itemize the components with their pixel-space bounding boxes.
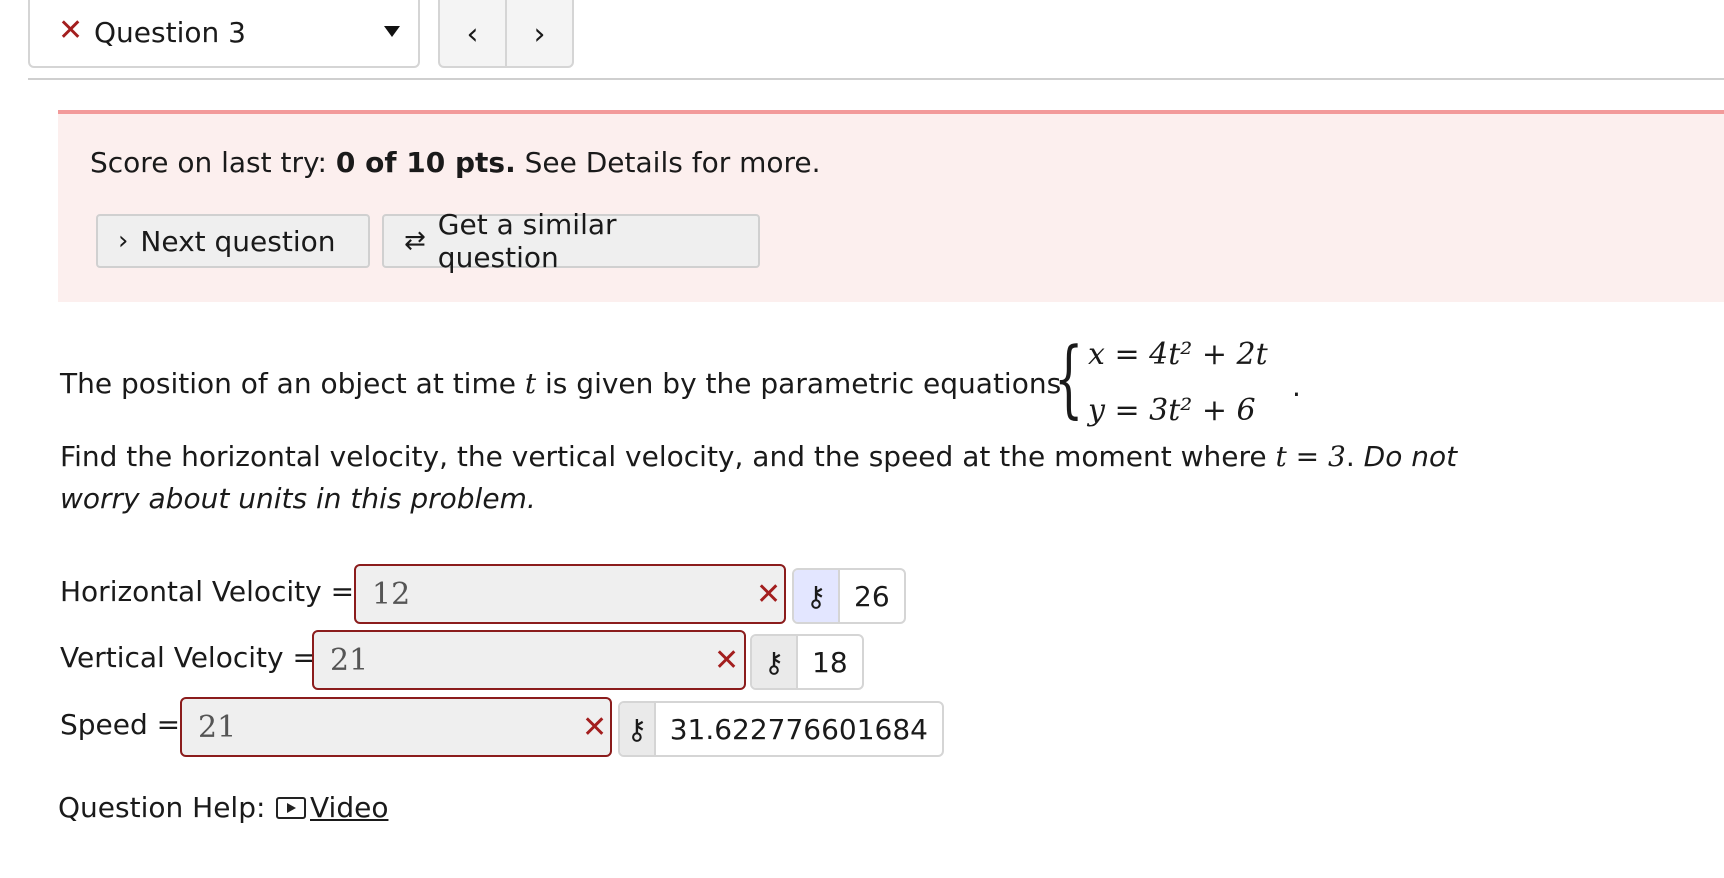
score-banner (58, 110, 1724, 302)
correct-answer-value: 31.622776601684 (669, 712, 928, 746)
equation-period: . (1292, 370, 1301, 403)
caret-down-icon (384, 26, 400, 37)
key-icon[interactable]: ⚷ (794, 570, 840, 622)
question-help-label: Question Help: (58, 791, 266, 824)
problem-intro: The position of an object at time t is g… (60, 367, 1062, 400)
video-link[interactable]: Video (276, 790, 388, 826)
video-icon (276, 797, 306, 819)
question-nav-group: ‹ › (438, 0, 574, 68)
correct-answer-box: ⚷ 26 (792, 568, 906, 624)
correct-answer-box: ⚷ 18 (750, 634, 864, 690)
previous-question-button[interactable]: ‹ (440, 0, 505, 66)
correct-answer-value: 18 (812, 645, 848, 679)
next-question-button[interactable]: › Next question (96, 214, 370, 268)
chevron-left-icon: ‹ (466, 16, 479, 52)
similar-question-button[interactable]: ⇄ Get a similar question (382, 208, 760, 274)
incorrect-icon: ✕ (714, 643, 740, 678)
next-question-arrow-button[interactable]: › (505, 0, 572, 66)
score-value: 0 of 10 pts. (335, 146, 516, 179)
speed-input[interactable]: 21 (180, 697, 612, 757)
correct-answer-value: 26 (854, 579, 890, 613)
question-select-label: Question 3 (94, 16, 246, 49)
score-text: Score on last try: 0 of 10 pts. See Deta… (90, 146, 821, 179)
repeat-icon: ⇄ (404, 226, 426, 256)
t-equals: t = 3 (1275, 440, 1346, 473)
speed-label: Speed = (60, 708, 181, 741)
similar-question-label: Get a similar question (437, 208, 617, 274)
vertical-velocity-input[interactable]: 21 (312, 630, 746, 690)
problem-question: Find the horizontal velocity, the vertic… (60, 440, 1458, 515)
equation-x: x = 4t² + 2t (1088, 337, 1268, 372)
correct-answer-box: ⚷ 31.622776601684 (618, 701, 944, 757)
video-link-label: Video (310, 791, 389, 824)
question-select[interactable]: ✕ Question 3 (28, 0, 420, 68)
key-icon[interactable]: ⚷ (620, 703, 656, 755)
header-divider (28, 78, 1724, 80)
next-question-label: Next question (140, 224, 336, 258)
key-icon[interactable]: ⚷ (752, 636, 798, 688)
chevron-right-icon: › (118, 226, 129, 256)
vertical-velocity-label: Vertical Velocity = (60, 641, 316, 674)
horizontal-velocity-label: Horizontal Velocity = (60, 575, 355, 608)
var-t: t (524, 367, 537, 400)
horizontal-velocity-input[interactable]: 12 (354, 564, 786, 624)
incorrect-icon: ✕ (58, 13, 84, 48)
equation-y: y = 3t² + 6 (1088, 393, 1256, 428)
system-brace: { (1054, 329, 1084, 427)
incorrect-icon: ✕ (756, 577, 782, 612)
incorrect-icon: ✕ (582, 710, 608, 745)
chevron-right-icon: › (533, 16, 546, 52)
